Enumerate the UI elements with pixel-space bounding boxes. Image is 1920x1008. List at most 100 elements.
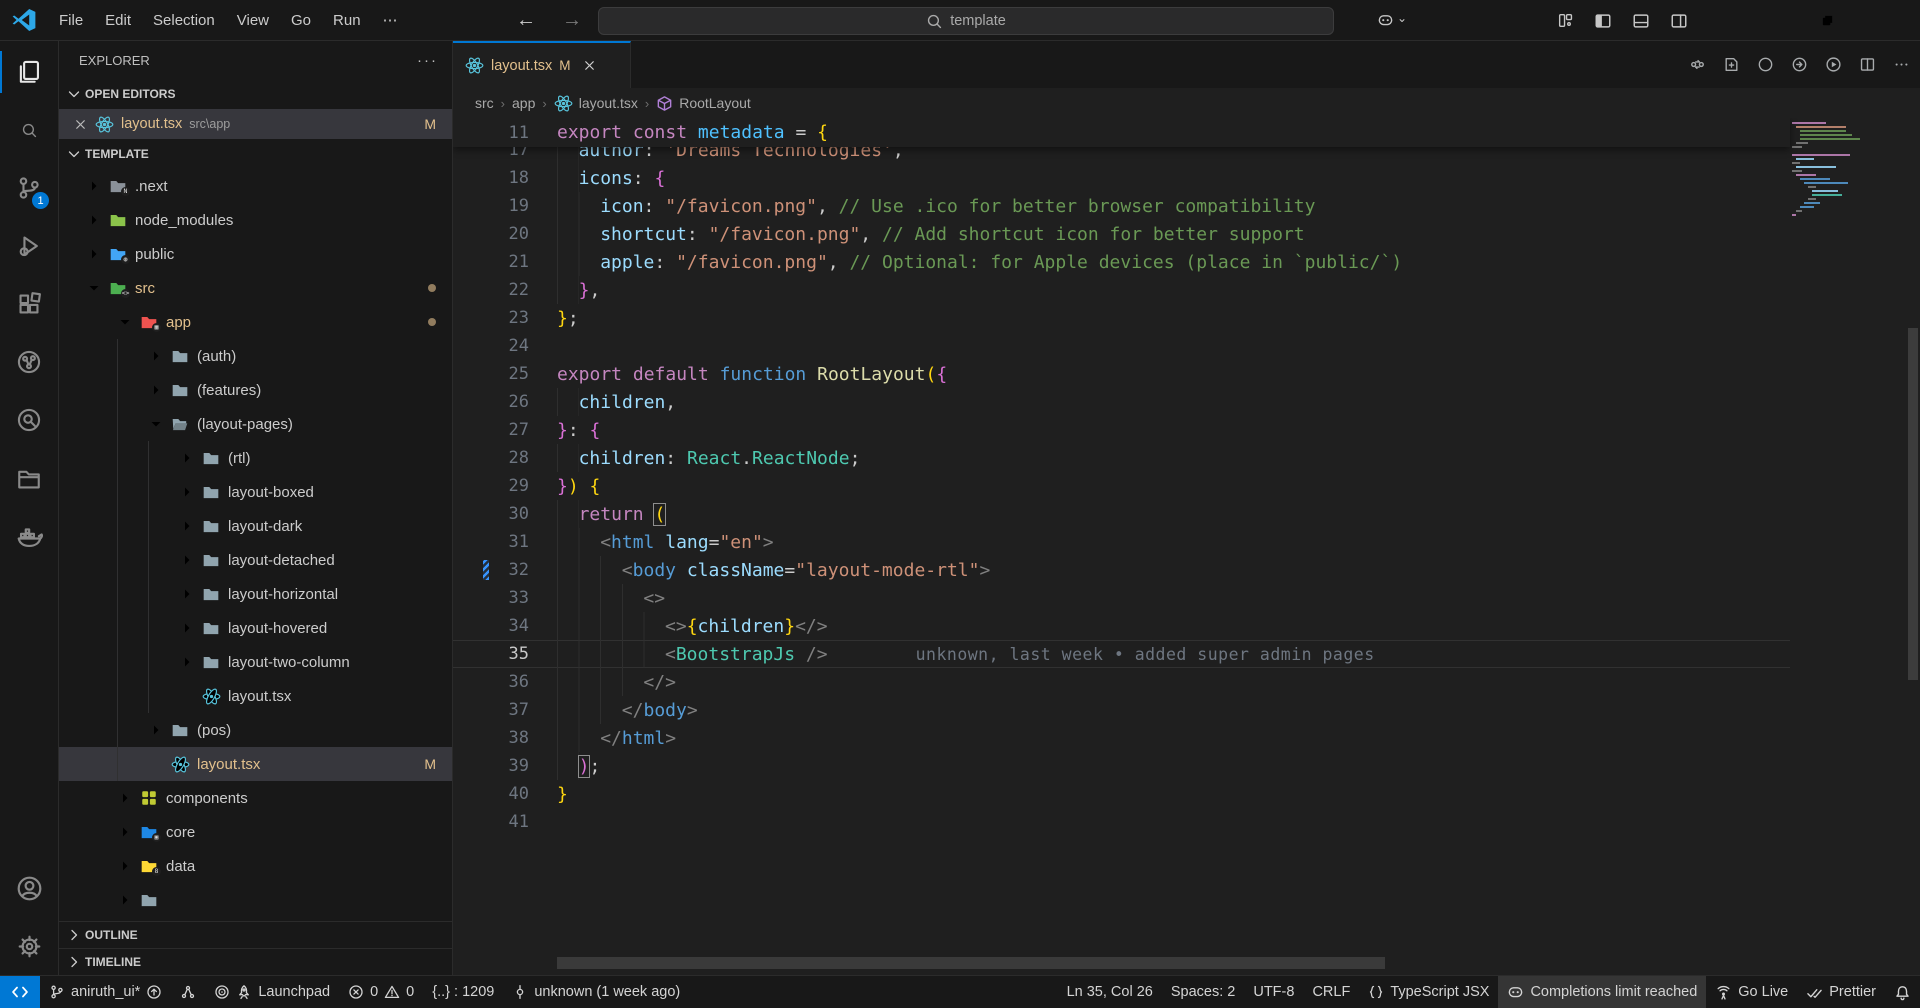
status-eol[interactable]: CRLF	[1303, 976, 1359, 1008]
breadcrumb-item-app[interactable]: app	[512, 95, 535, 111]
activity-source-control[interactable]: 1	[0, 159, 58, 217]
tree-item-layout-pages[interactable]: (layout-pages)	[59, 407, 452, 441]
status-launchpad[interactable]: Launchpad	[205, 976, 339, 1008]
code-line-40[interactable]: 40}	[453, 780, 1790, 808]
split-icon[interactable]	[1859, 56, 1876, 73]
menu-view[interactable]: View	[226, 0, 280, 41]
code-line-26[interactable]: 26children,	[453, 388, 1790, 416]
compare-icon[interactable]	[1689, 56, 1706, 73]
status-cursor-position[interactable]: Ln 35, Col 26	[1058, 976, 1162, 1008]
tree-item-.next[interactable]: N.next	[59, 169, 452, 203]
tree-item-rtl[interactable]: (rtl)	[59, 441, 452, 475]
breadcrumb-item-layouttsx[interactable]: layout.tsx	[554, 94, 638, 113]
code-line-33[interactable]: 33<>	[453, 584, 1790, 612]
tree-item-layout-dark[interactable]: layout-dark	[59, 509, 452, 543]
code-line-24[interactable]: 24	[453, 332, 1790, 360]
code-line-32[interactable]: 32<body className="layout-mode-rtl">	[453, 556, 1790, 584]
activity-search[interactable]	[0, 101, 58, 159]
minimap[interactable]	[1792, 122, 1904, 218]
activity-extensions[interactable]	[0, 275, 58, 333]
status-prettier[interactable]: Prettier	[1797, 976, 1885, 1008]
status-problems[interactable]: 00	[339, 976, 423, 1008]
code-line-27[interactable]: 27}: {	[453, 416, 1790, 444]
code-line-18[interactable]: 18icons: {	[453, 164, 1790, 192]
code-line-30[interactable]: 30return (	[453, 500, 1790, 528]
run-circle-icon[interactable]	[1791, 56, 1808, 73]
code-line-34[interactable]: 34<>{children}</>	[453, 612, 1790, 640]
status-go-live[interactable]: Go Live	[1706, 976, 1797, 1008]
activity-file-manager[interactable]	[0, 449, 58, 507]
code-line-39[interactable]: 39);	[453, 752, 1790, 780]
more-actions-icon[interactable]: ···	[417, 52, 438, 69]
status-git-graph[interactable]	[171, 976, 205, 1008]
code-line-22[interactable]: 22},	[453, 276, 1790, 304]
tree-item-layout-boxed[interactable]: layout-boxed	[59, 475, 452, 509]
status-notifications[interactable]	[1885, 976, 1920, 1008]
code-line-11[interactable]: 11export const metadata = {	[453, 119, 828, 147]
command-center-search[interactable]: template	[598, 7, 1334, 35]
tree-item-data[interactable]: 8data	[59, 849, 452, 883]
status-indentation[interactable]: Spaces: 2	[1162, 976, 1245, 1008]
open-changes-icon[interactable]	[1723, 56, 1740, 73]
code-editor[interactable]: 11export const metadata = { 17author: 'D…	[453, 118, 1920, 975]
minimize-button[interactable]	[1734, 0, 1796, 41]
tree-item-pos[interactable]: (pos)	[59, 713, 452, 747]
status-char-count[interactable]: {..} : 1209	[423, 976, 503, 1008]
code-line-31[interactable]: 31<html lang="en">	[453, 528, 1790, 556]
code-line-41[interactable]: 41	[453, 808, 1790, 836]
code-line-35[interactable]: 35<BootstrapJs />unknown, last week • ad…	[453, 640, 1790, 668]
status-encoding[interactable]: UTF-8	[1244, 976, 1303, 1008]
sticky-scroll-line[interactable]: 11export const metadata = {	[453, 118, 1790, 147]
timeline-section-header[interactable]: TIMELINE	[59, 948, 452, 975]
breadcrumb-item-src[interactable]: src	[475, 95, 494, 111]
close-button[interactable]	[1858, 0, 1920, 41]
tree-item[interactable]	[59, 883, 452, 917]
tab-layout-tsx[interactable]: layout.tsx M	[453, 41, 631, 88]
code-line-19[interactable]: 19icon: "/favicon.png", // Use .ico for …	[453, 192, 1790, 220]
code-line-38[interactable]: 38</html>	[453, 724, 1790, 752]
activity-settings[interactable]	[0, 917, 58, 975]
tree-item-features[interactable]: (features)	[59, 373, 452, 407]
code-line-29[interactable]: 29}) {	[453, 472, 1790, 500]
close-icon[interactable]	[582, 58, 597, 73]
tree-item-components[interactable]: components	[59, 781, 452, 815]
tree-item-layout.tsx[interactable]: layout.tsx	[59, 679, 452, 713]
breadcrumb-item-rootlayout[interactable]: RootLayout	[656, 95, 751, 112]
menu-edit[interactable]: Edit	[94, 0, 142, 41]
tree-item-auth[interactable]: (auth)	[59, 339, 452, 373]
tree-item-layout-horizontal[interactable]: layout-horizontal	[59, 577, 452, 611]
status-language-mode[interactable]: TypeScript JSX	[1359, 976, 1498, 1008]
template-section-header[interactable]: TEMPLATE	[59, 139, 452, 169]
vertical-scrollbar[interactable]	[1908, 328, 1918, 680]
activity-docker[interactable]	[0, 507, 58, 565]
code-line-37[interactable]: 37</body>	[453, 696, 1790, 724]
menu-go[interactable]: Go	[280, 0, 322, 41]
tree-item-app[interactable]: ▦app	[59, 305, 452, 339]
open-editors-header[interactable]: OPEN EDITORS	[59, 79, 452, 109]
activity-accounts[interactable]	[0, 859, 58, 917]
open-editor-item[interactable]: layout.tsxsrc\appM	[59, 109, 452, 139]
close-editor-icon[interactable]	[73, 117, 88, 132]
menu-run[interactable]: Run	[322, 0, 372, 41]
code-line-23[interactable]: 23};	[453, 304, 1790, 332]
status-git-branch[interactable]: aniruth_ui*	[40, 976, 171, 1008]
activity-gitlens-inspect[interactable]	[0, 391, 58, 449]
activity-explorer[interactable]	[0, 43, 58, 101]
tree-item-layout.tsx[interactable]: layout.tsxM	[59, 747, 452, 781]
activity-gitlens[interactable]	[0, 333, 58, 391]
tree-item-public[interactable]: ◍public	[59, 237, 452, 271]
code-line-21[interactable]: 21apple: "/favicon.png", // Optional: fo…	[453, 248, 1790, 276]
horizontal-scrollbar[interactable]	[557, 957, 1385, 969]
code-line-28[interactable]: 28children: React.ReactNode;	[453, 444, 1790, 472]
go-back-arrow-icon[interactable]: ←	[516, 9, 536, 32]
status-blame-status[interactable]: unknown (1 week ago)	[503, 976, 689, 1008]
status-copilot-status[interactable]: Completions limit reached	[1498, 976, 1706, 1008]
activity-run-debug[interactable]	[0, 217, 58, 275]
blame-circle-icon[interactable]	[1757, 56, 1774, 73]
code-line-36[interactable]: 36</>	[453, 668, 1790, 696]
tree-item-nodemodules[interactable]: node_modules	[59, 203, 452, 237]
tree-item-layout-detached[interactable]: layout-detached	[59, 543, 452, 577]
menu-more[interactable]: ⋯	[372, 0, 409, 41]
tree-item-layout-hovered[interactable]: layout-hovered	[59, 611, 452, 645]
code-line-25[interactable]: 25export default function RootLayout({	[453, 360, 1790, 388]
